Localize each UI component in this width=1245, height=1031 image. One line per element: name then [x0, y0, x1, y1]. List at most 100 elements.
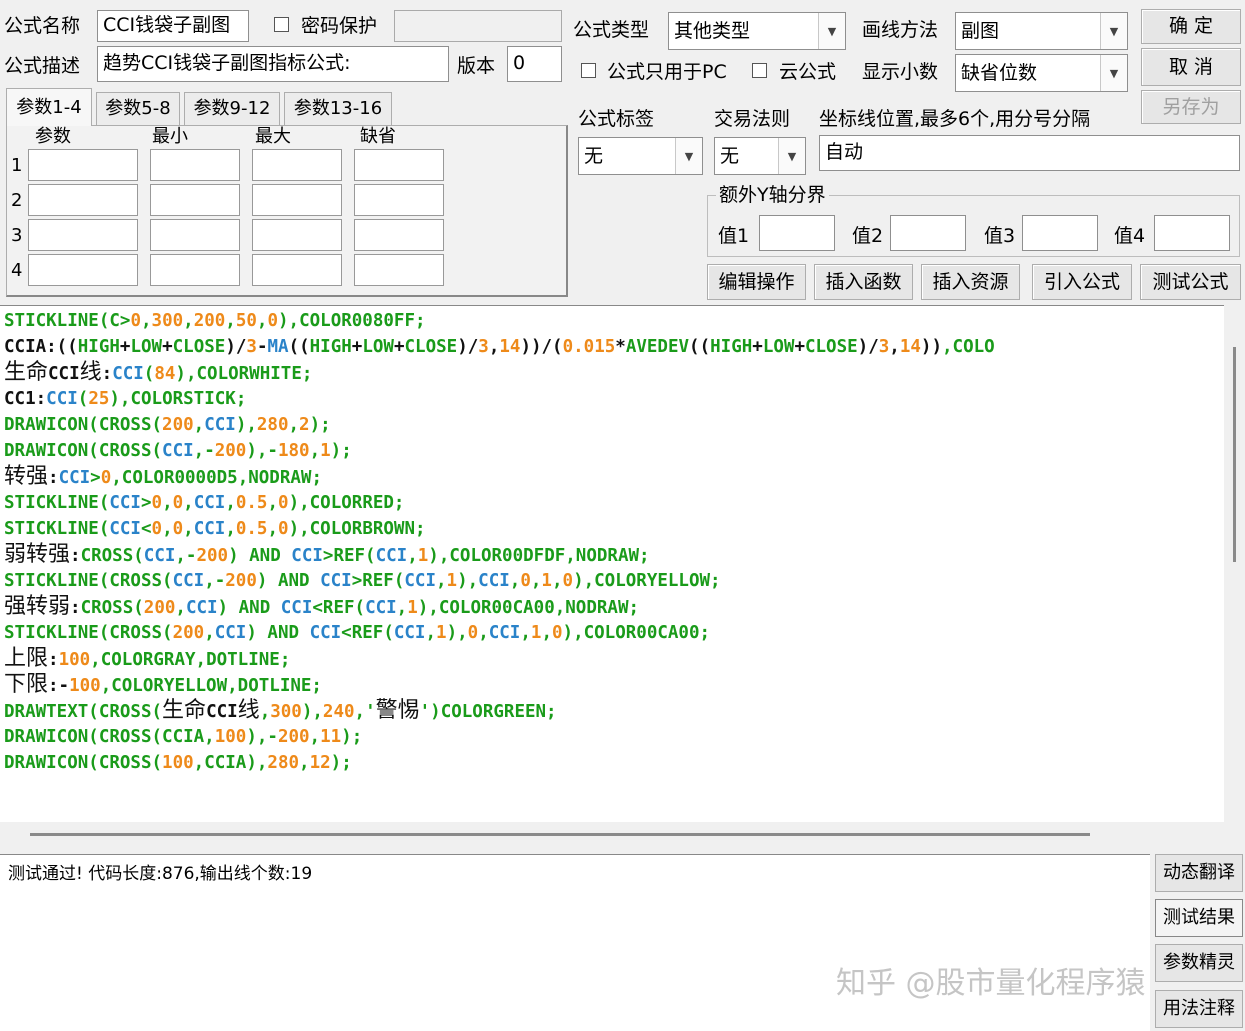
param-name-input[interactable] — [28, 149, 138, 181]
code-token: )) — [920, 337, 942, 357]
param-default-input[interactable] — [354, 149, 444, 181]
insert-resource-button[interactable]: 插入资源 — [921, 264, 1020, 300]
value4-input[interactable] — [1154, 215, 1230, 251]
param-min-input[interactable] — [150, 149, 240, 181]
ok-button[interactable]: 确 定 — [1141, 9, 1241, 44]
code-line: DRAWICON(CROSS(100,CCIA),280,12); — [4, 750, 352, 776]
code-token: CCI — [143, 546, 176, 566]
decimals-select[interactable]: 缺省位数 ▼ — [955, 54, 1128, 92]
import-formula-button[interactable]: 引入公式 — [1032, 264, 1132, 300]
draw-method-select[interactable]: 副图 ▼ — [955, 12, 1128, 50]
code-line: 转强:CCI>0,COLOR0000D5,NODRAW; — [4, 464, 322, 490]
code-token: , — [478, 623, 489, 643]
code-token: DRAWICON(CROSS( — [4, 415, 163, 435]
tab-params-1-4[interactable]: 参数1-4 — [6, 88, 92, 126]
code-token: 200 — [193, 311, 226, 331]
code-token: 1 — [530, 623, 542, 643]
value2-input[interactable] — [890, 215, 966, 251]
code-token: + — [752, 337, 763, 357]
axis-position-input[interactable]: 自动 — [819, 135, 1240, 171]
param-min-input[interactable] — [150, 254, 240, 286]
code-token: CCI — [214, 623, 247, 643]
param-min-input[interactable] — [150, 219, 240, 251]
formula-desc-input[interactable]: 趋势CCI钱袋子副图指标公式: — [97, 46, 449, 82]
param-min-input[interactable] — [150, 184, 240, 216]
test-formula-button[interactable]: 测试公式 — [1140, 264, 1241, 300]
chevron-down-icon[interactable]: ▼ — [818, 13, 845, 49]
axis-position-label: 坐标线位置,最多6个,用分号分隔 — [819, 108, 1091, 130]
code-token: ); — [309, 415, 331, 435]
code-token: + — [119, 337, 131, 357]
code-token: : — [48, 468, 59, 488]
tab-params-9-12[interactable]: 参数9-12 — [184, 92, 280, 125]
editor-horizontal-scrollbar[interactable] — [0, 822, 1245, 854]
code-editor[interactable]: STICKLINE(C>0,300,200,50,0),COLOR0080FF;… — [0, 305, 1224, 823]
chevron-down-icon[interactable]: ▼ — [1100, 13, 1127, 49]
code-token: + — [351, 337, 363, 357]
code-token: 1 — [320, 441, 331, 461]
version-input[interactable]: 0 — [507, 46, 562, 82]
pc-only-checkbox[interactable] — [581, 63, 596, 78]
edit-ops-button[interactable]: 编辑操作 — [707, 264, 806, 300]
formula-tag-select[interactable]: 无 ▼ — [578, 137, 703, 175]
param-name-input[interactable] — [28, 254, 138, 286]
code-token: 0 — [278, 493, 289, 513]
param-max-input[interactable] — [252, 219, 342, 251]
horizontal-scrollbar-thumb[interactable] — [30, 833, 1090, 836]
formula-name-input[interactable]: CCI钱袋子副图 — [97, 10, 249, 42]
code-token: STICKLINE(CROSS( — [4, 623, 173, 643]
param-name-input[interactable] — [28, 184, 138, 216]
code-token: CROSS( — [80, 546, 144, 566]
param-max-input[interactable] — [252, 149, 342, 181]
vertical-scrollbar-thumb[interactable] — [1233, 347, 1236, 562]
test-result-tab-button[interactable]: 测试结果 — [1155, 899, 1243, 937]
param-max-input[interactable] — [252, 184, 342, 216]
code-token: , — [509, 571, 521, 591]
code-token: >REF( — [351, 571, 405, 591]
code-token: , — [175, 598, 186, 618]
tab-params-5-8[interactable]: 参数5-8 — [96, 92, 180, 125]
code-token: : — [101, 364, 113, 384]
code-token: 0 — [172, 493, 184, 513]
param-name-input[interactable] — [28, 219, 138, 251]
code-token: CC1: — [4, 389, 47, 409]
code-token: 200 — [162, 415, 194, 435]
param-default-input[interactable] — [354, 219, 444, 251]
code-token: ) AND — [256, 571, 321, 591]
code-token: 3 — [478, 337, 489, 357]
param-default-input[interactable] — [354, 254, 444, 286]
code-token: MA — [267, 337, 289, 357]
chevron-down-icon[interactable]: ▼ — [675, 138, 702, 174]
param-wizard-button[interactable]: 参数精灵 — [1155, 944, 1243, 982]
code-token: CCI — [393, 623, 426, 643]
param-max-input[interactable] — [252, 254, 342, 286]
code-token: 0.5 — [235, 493, 268, 513]
trade-rule-select[interactable]: 无 ▼ — [714, 137, 806, 175]
value3-input[interactable] — [1022, 215, 1098, 251]
password-checkbox[interactable] — [274, 17, 289, 32]
chevron-down-icon[interactable]: ▼ — [1100, 55, 1127, 91]
editor-vertical-scrollbar[interactable] — [1224, 305, 1245, 822]
code-line: STICKLINE(CCI>0,0,CCI,0.5,0),COLORRED; — [4, 490, 404, 516]
code-token: , — [488, 337, 500, 357]
formula-type-select[interactable]: 其他类型 ▼ — [668, 12, 846, 50]
code-token: 0 — [278, 519, 289, 539]
param-default-input[interactable] — [354, 184, 444, 216]
formula-tag-value: 无 — [584, 145, 604, 167]
dynamic-translate-button[interactable]: 动态翻译 — [1155, 854, 1243, 892]
cloud-formula-label: 云公式 — [779, 61, 837, 83]
code-token: 200 — [196, 546, 229, 566]
param-row-number: 2 — [11, 190, 23, 211]
chevron-down-icon[interactable]: ▼ — [778, 138, 805, 174]
usage-notes-button[interactable]: 用法注释 — [1155, 990, 1243, 1028]
code-token: 0 — [151, 493, 163, 513]
code-token: 14 — [899, 337, 921, 357]
code-token: (( — [689, 337, 711, 357]
code-token: CCI — [58, 468, 91, 488]
value1-input[interactable] — [759, 215, 835, 251]
cloud-formula-checkbox[interactable] — [752, 63, 767, 78]
tab-params-13-16[interactable]: 参数13-16 — [284, 92, 392, 125]
cancel-button[interactable]: 取 消 — [1141, 48, 1241, 86]
code-token: ,COLORGRAY,DOTLINE; — [90, 650, 291, 670]
insert-function-button[interactable]: 插入函数 — [814, 264, 913, 300]
